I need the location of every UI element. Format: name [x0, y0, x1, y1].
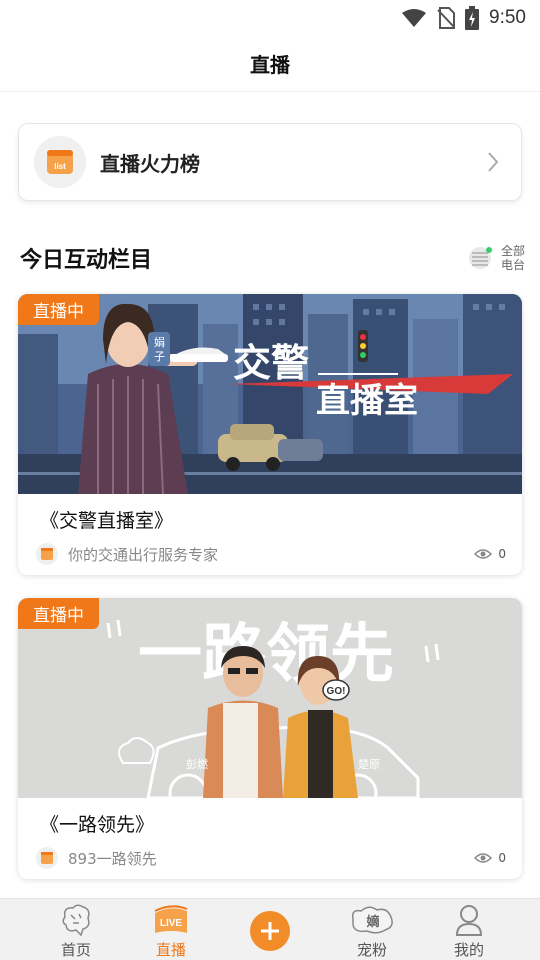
banner-title-line2: 直播室: [316, 381, 418, 421]
program-card-traffic-police[interactable]: 交警 直播室 娟 子 直播中 《交警直播室》 你的交通出行服务专家 0: [18, 294, 522, 575]
view-count: 0: [474, 547, 506, 561]
banner-title: 一路领先: [138, 618, 394, 692]
view-count: 0: [474, 851, 506, 865]
live-icon: LIVE: [154, 905, 188, 933]
program-title: 《交警直播室》: [40, 510, 174, 532]
add-button[interactable]: [250, 911, 290, 951]
program-subtitle: 893一路领先: [68, 849, 157, 868]
tab-profile[interactable]: 我的: [444, 899, 494, 960]
tab-fans[interactable]: 嫡 宠粉: [346, 899, 398, 960]
banner-title-line1: 交警: [233, 341, 309, 385]
tab-live[interactable]: LIVE 直播: [148, 899, 194, 960]
svg-text:list: list: [54, 162, 66, 171]
program-banner[interactable]: 交警 直播室 娟 子 直播中: [18, 294, 522, 494]
live-ranking-label: 直播火力榜: [100, 151, 200, 176]
list-icon: list: [34, 136, 86, 188]
banner-host-left: 彭燃: [186, 757, 208, 771]
program-title: 《一路领先》: [40, 814, 155, 836]
chevron-right-icon: [488, 152, 499, 172]
banner-host-name-1: 娟: [154, 335, 165, 349]
add-icon: [261, 922, 279, 940]
battery-charging-icon: [465, 6, 480, 30]
page-title: 直播: [250, 53, 290, 77]
title-bar: 直播: [0, 36, 540, 92]
all-stations-label: 全部 电台: [500, 244, 525, 272]
program-card-lead-the-way[interactable]: 一路领先 GO! 彭燃 楚原 直播中 《一路领先》 893一路领先 0: [18, 598, 522, 879]
tab-label: 首页: [60, 941, 91, 959]
program-subtitle: 你的交通出行服务专家: [68, 545, 219, 564]
home-icon: [62, 904, 90, 937]
program-meta: 你的交通出行服务专家 0: [36, 542, 506, 566]
no-sim-icon: [437, 7, 456, 29]
view-count-value: 0: [498, 851, 506, 865]
live-ranking-card[interactable]: list 直播火力榜: [18, 123, 522, 201]
main-content[interactable]: list 直播火力榜 今日互动栏目 全部 电台 交警 直播室 娟 子 直播中 《…: [0, 92, 540, 898]
profile-icon: [455, 905, 483, 936]
today-programs-header: 今日互动栏目 全部 电台: [20, 236, 526, 280]
status-bar: 9:50: [0, 0, 540, 36]
eye-icon: [474, 549, 493, 559]
banner-host-right: 楚原: [358, 757, 380, 771]
program-banner[interactable]: 一路领先 GO! 彭燃 楚原 直播中: [18, 598, 522, 798]
radio-stations-icon: [469, 247, 492, 269]
bottom-tab-bar: 首页 LIVE 直播 嫡 宠粉 我的: [0, 898, 540, 960]
program-meta: 893一路领先 0: [36, 846, 506, 870]
banner-bubble-text: GO!: [327, 686, 346, 697]
program-logo-icon: [36, 847, 58, 869]
section-title: 今日互动栏目: [20, 248, 153, 273]
tab-home[interactable]: 首页: [50, 899, 102, 960]
tab-label: 直播: [155, 941, 186, 959]
tab-label: 宠粉: [356, 941, 387, 959]
svg-text:嫡: 嫡: [366, 914, 379, 930]
eye-icon: [474, 853, 493, 863]
live-badge: 直播中: [18, 598, 99, 629]
fans-icon: 嫡: [351, 906, 393, 934]
all-stations-button[interactable]: 全部 电台: [468, 244, 526, 272]
view-count-value: 0: [498, 547, 506, 561]
svg-text:LIVE: LIVE: [160, 918, 183, 929]
svg-text:子: 子: [154, 350, 165, 363]
wifi-icon: [402, 9, 427, 27]
program-logo-icon: [36, 543, 58, 565]
live-badge: 直播中: [18, 294, 99, 325]
tab-label: 我的: [453, 941, 484, 959]
status-time: 9:50: [489, 7, 526, 28]
